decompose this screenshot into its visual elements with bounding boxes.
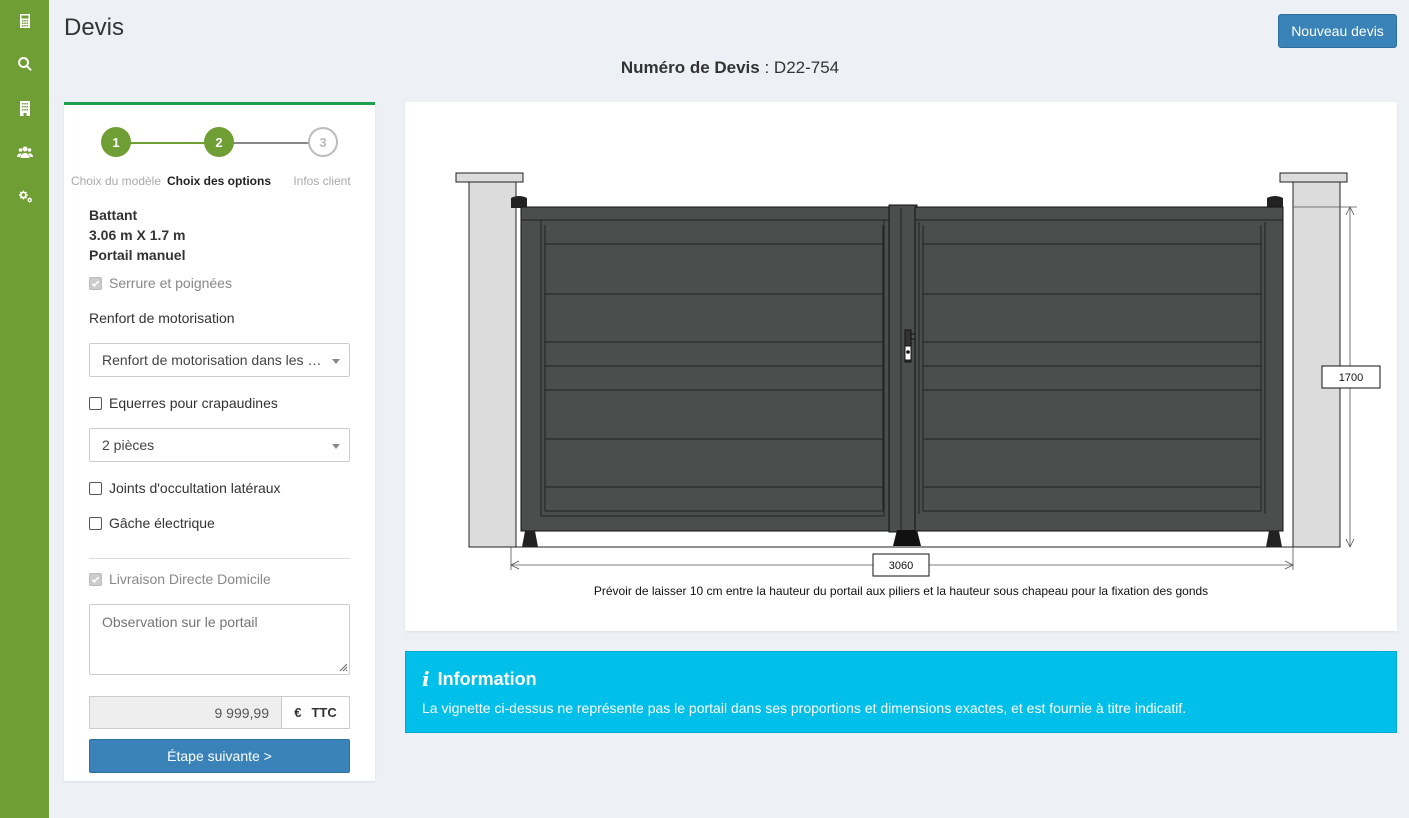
sidebar-item-companies[interactable] bbox=[0, 86, 49, 130]
info-alert: i Information La vignette ci-dessus ne r… bbox=[405, 651, 1397, 733]
users-icon bbox=[16, 146, 33, 158]
gate-drawing-card: 1700 3060 Prévoir de laisser 10 cm entre… bbox=[405, 102, 1397, 631]
stepper: 1 2 3 Choix du modèle Choix des options … bbox=[64, 105, 375, 188]
gate-right-leaf bbox=[914, 206, 1284, 532]
currency-symbol: € bbox=[294, 705, 302, 720]
search-icon bbox=[17, 57, 32, 71]
sidebar-item-users[interactable] bbox=[0, 130, 49, 174]
caret-down-icon bbox=[332, 359, 340, 364]
motor-select[interactable]: Renfort de motorisation dans les … bbox=[89, 343, 350, 377]
sidebar bbox=[0, 0, 49, 818]
new-quote-button[interactable]: Nouveau devis bbox=[1278, 14, 1397, 48]
check-icon bbox=[91, 576, 100, 583]
right-pillar bbox=[1279, 172, 1348, 548]
caret-down-icon bbox=[332, 444, 340, 449]
price-row: 9 999,99 € TTC bbox=[89, 696, 350, 729]
gate-summary: Battant 3.06 m X 1.7 m Portail manuel bbox=[89, 205, 186, 265]
option-lock-label: Serrure et poignées bbox=[109, 275, 232, 291]
option-delivery-label: Livraison Directe Domicile bbox=[109, 571, 271, 587]
quote-number: Numéro de Devis : D22-754 bbox=[405, 58, 1055, 78]
checkbox-lock[interactable] bbox=[89, 276, 102, 290]
step-1-label: Choix du modèle bbox=[70, 174, 162, 188]
right-foot bbox=[1266, 531, 1282, 547]
option-brackets-label: Equerres pour crapaudines bbox=[109, 395, 278, 411]
resize-grip-icon[interactable] bbox=[338, 662, 348, 672]
sidebar-item-search[interactable] bbox=[0, 42, 49, 86]
tax-label: TTC bbox=[311, 705, 337, 720]
calculator-icon bbox=[19, 14, 30, 28]
info-title-text: Information bbox=[437, 668, 537, 689]
sidebar-item-settings[interactable] bbox=[0, 174, 49, 218]
step-2-label: Choix des options bbox=[166, 174, 272, 188]
option-lock[interactable]: Serrure et poignées bbox=[89, 275, 232, 291]
left-hinge bbox=[511, 196, 527, 208]
motor-label: Renfort de motorisation bbox=[89, 310, 235, 326]
checkbox-delivery[interactable] bbox=[89, 572, 102, 586]
right-hinge bbox=[1267, 196, 1283, 208]
cogs-icon bbox=[18, 190, 32, 203]
gate-drawing: 1700 3060 bbox=[455, 172, 1381, 577]
quote-number-value: D22-754 bbox=[773, 58, 840, 77]
option-delivery[interactable]: Livraison Directe Domicile bbox=[89, 571, 271, 587]
sidebar-item-quotes[interactable] bbox=[0, 0, 49, 42]
left-foot bbox=[522, 531, 538, 547]
option-strike-label: Gâche électrique bbox=[109, 515, 215, 531]
info-text: La vignette ci-dessus ne représente pas … bbox=[422, 700, 1187, 716]
info-icon: i bbox=[422, 667, 430, 691]
width-dimension: 3060 bbox=[510, 547, 1294, 577]
info-title: i Information bbox=[422, 667, 537, 691]
option-brackets[interactable]: Equerres pour crapaudines bbox=[89, 395, 278, 411]
check-icon bbox=[91, 280, 100, 287]
step-3-label: Infos client bbox=[293, 174, 351, 188]
motor-select-value: Renfort de motorisation dans les … bbox=[102, 352, 322, 368]
gate-left-leaf bbox=[520, 206, 892, 532]
gate-dimensions: 3.06 m X 1.7 m bbox=[89, 227, 186, 243]
step-2-circle[interactable]: 2 bbox=[204, 127, 234, 157]
step-3-circle[interactable]: 3 bbox=[308, 127, 338, 157]
price-currency-addon: € TTC bbox=[282, 696, 350, 729]
gate-type: Battant bbox=[89, 207, 138, 223]
option-strike[interactable]: Gâche électrique bbox=[89, 515, 215, 531]
price-input: 9 999,99 bbox=[89, 696, 282, 729]
building-icon bbox=[19, 101, 30, 116]
pieces-select[interactable]: 2 pièces bbox=[89, 428, 350, 462]
checkbox-seals[interactable] bbox=[89, 481, 102, 495]
observation-textarea[interactable] bbox=[89, 604, 350, 675]
quote-number-separator: : bbox=[759, 58, 774, 77]
options-panel: 1 2 3 Choix du modèle Choix des options … bbox=[64, 102, 375, 781]
quote-number-label: Numéro de Devis bbox=[620, 58, 760, 77]
gate-mode: Portail manuel bbox=[89, 247, 186, 263]
next-step-button[interactable]: Étape suivante > bbox=[89, 739, 350, 773]
checkbox-brackets[interactable] bbox=[89, 396, 102, 410]
pieces-select-value: 2 pièces bbox=[102, 437, 155, 453]
page-title: Devis bbox=[64, 14, 125, 41]
left-pillar bbox=[455, 172, 524, 548]
checkbox-strike[interactable] bbox=[89, 516, 102, 530]
options-divider bbox=[89, 558, 350, 559]
option-seals[interactable]: Joints d'occultation latéraux bbox=[89, 480, 281, 496]
step-1-circle[interactable]: 1 bbox=[101, 127, 131, 157]
drawing-note: Prévoir de laisser 10 cm entre la hauteu… bbox=[593, 584, 1209, 598]
width-value: 3060 bbox=[889, 560, 913, 572]
option-seals-label: Joints d'occultation latéraux bbox=[109, 480, 281, 496]
height-value: 1700 bbox=[1339, 372, 1363, 384]
